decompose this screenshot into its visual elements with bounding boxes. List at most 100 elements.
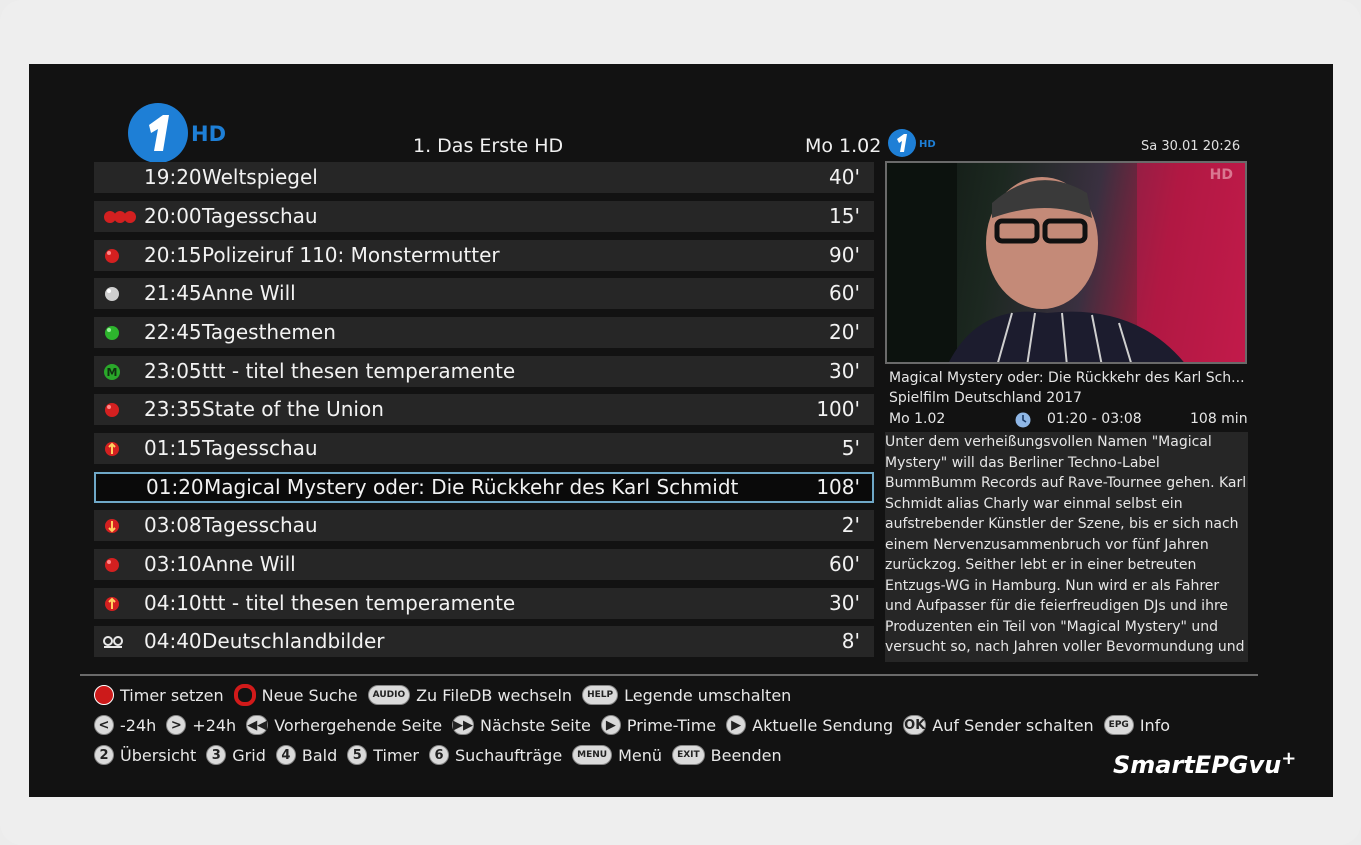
channel-logo-small: HD [888,129,936,157]
key-label: Auf Sender schalten [932,715,1094,735]
key-label: Timer [373,745,419,765]
brand-logo: SmartEPGvu+ [1113,748,1296,779]
event-row[interactable]: M 23:05 ttt - titel thesen temperamente 30' [94,356,874,387]
timer-red-icon [102,556,122,574]
key-nächste-seite-icon[interactable]: ▶▶ [452,715,475,735]
event-date: Mo 1.02 [889,411,946,427]
event-row[interactable]: 03:10 Anne Will 60' [94,549,874,580]
timer-grey-icon [102,285,122,303]
key-auf-sender-schalten-icon[interactable]: OK [903,715,927,735]
event-description-text: Unter dem verheißungsvollen Namen "Magic… [885,434,1247,655]
event-title: Tagesschau [202,204,318,228]
recording-icon [102,633,123,651]
event-title: Tagesschau [202,513,318,537]
timer-series-icon [102,208,136,226]
event-row[interactable]: 20:15 Polizeiruf 110: Monstermutter 90' [94,240,874,271]
key-zu-filedb-wechseln-icon[interactable]: AUDIO [367,685,411,705]
key-bald-icon[interactable]: 4 [275,745,296,765]
event-row[interactable]: 04:10 ttt - titel thesen temperamente 30' [94,588,874,619]
key-label: +24h [192,715,237,735]
key-label: Nächste Seite [480,715,591,735]
event-title: Anne Will [202,281,296,305]
event-title: Magical Mystery oder: Die Rückkehr des K… [889,370,1245,386]
key-timer-setzen-icon[interactable] [94,685,114,705]
event-time: 03:08 [144,513,202,537]
event-row-selected[interactable]: 01:20 Magical Mystery oder: Die Rückkehr … [94,472,874,503]
marker-m-icon: M [102,363,122,381]
event-title: Deutschlandbilder [202,629,385,653]
key-label: Neue Suche [261,685,358,705]
key-timer-icon[interactable]: 5 [347,745,368,765]
event-time: 04:10 [144,591,202,615]
epg-screen: HD 1. Das Erste HD Mo 1.02 HD Sa 30.01 2… [29,64,1333,797]
event-row[interactable]: 01:15 Tagesschau 5' [94,433,874,464]
key-label: Grid [232,745,266,765]
event-time: 23:35 [144,397,202,421]
event-duration: 40' [829,165,860,189]
key-menü-icon[interactable]: MENU [572,745,613,765]
event-title: ttt - titel thesen temperamente [202,591,516,615]
key-info-icon[interactable]: EPG [1103,715,1134,735]
event-time: 19:20 [144,165,202,189]
brand-name: SmartEPGvu [1113,751,1282,779]
event-row[interactable]: 04:40 Deutschlandbilder 8' [94,626,874,657]
key-suchaufträge-icon[interactable]: 6 [428,745,449,765]
key-übersicht-icon[interactable]: 2 [94,745,114,765]
timer-start-icon [102,595,122,613]
channel-logo-text: HD [191,122,226,146]
event-row[interactable]: 19:20 Weltspiegel 40' [94,162,874,193]
event-time: 03:10 [144,552,202,576]
event-duration: 30' [829,591,860,615]
event-time: 22:45 [144,320,202,344]
event-time: 23:05 [144,359,202,383]
key-label: Aktuelle Sendung [752,715,894,735]
key-label: Info [1139,715,1171,735]
key--24h-icon[interactable]: > [166,715,187,735]
key-label: Bald [301,745,338,765]
event-row[interactable]: 20:00 Tagesschau 15' [94,201,874,232]
event-time-range: 01:20 - 03:08 [1047,411,1142,427]
event-row[interactable]: 03:08 Tagesschau 2' [94,510,874,541]
event-time: 20:00 [144,204,202,228]
key-grid-icon[interactable]: 3 [206,745,227,765]
key-label: Vorhergehende Seite [274,715,443,735]
event-row[interactable]: 22:45 Tagesthemen 20' [94,317,874,348]
event-title: State of the Union [202,397,384,421]
event-duration: 30' [829,359,860,383]
event-duration: 108' [816,475,860,499]
key-label: Menü [618,745,663,765]
event-time: 04:40 [144,629,202,653]
key-aktuelle-sendung-icon[interactable]: ▶ [726,715,747,735]
timer-end-icon [102,517,122,535]
key-help-row-2: < -24h > +24h ◀◀ Vorhergehende Seite ▶▶ Nächste… [94,713,1180,737]
event-description[interactable]: Unter dem verheißungsvollen Namen "Magic… [885,432,1248,662]
key--24h-icon[interactable]: < [94,715,114,735]
event-time: 20:15 [144,243,202,267]
event-duration: 8' [841,629,860,653]
event-title: Polizeiruf 110: Monstermutter [202,243,500,267]
channel-name: 1. Das Erste HD [413,135,564,157]
key-neue-suche-icon[interactable] [233,684,256,706]
event-title: Weltspiegel [202,165,318,189]
event-time: 01:15 [144,436,202,460]
event-title: Tagesthemen [202,320,336,344]
key-prime-time-icon[interactable]: ▶ [600,715,621,735]
key-legende-umschalten-icon[interactable]: HELP [582,685,619,705]
key-vorhergehende-seite-icon[interactable]: ◀◀ [246,715,269,735]
event-length: 108 min [1190,411,1248,427]
channel-logo-small-text: HD [919,139,936,150]
event-row[interactable]: 23:35 State of the Union 100' [94,394,874,425]
event-genre: Spielfilm Deutschland 2017 [889,390,1082,406]
event-row[interactable]: 21:45 Anne Will 60' [94,278,874,309]
key-label: Legende umschalten [624,685,792,705]
divider [80,674,1258,676]
window-frame: HD 1. Das Erste HD Mo 1.02 HD Sa 30.01 2… [0,0,1361,845]
key-help-row-3: 2 Übersicht 3 Grid 4 Bald 5 Timer 6 Suchaufträge M… [94,743,792,767]
clock-icon [1015,412,1031,428]
event-duration: 90' [829,243,860,267]
event-title: Anne Will [202,552,296,576]
preview-image [887,163,1245,362]
key-beenden-icon[interactable]: EXIT [672,745,705,765]
key-label: Suchaufträge [454,745,563,765]
event-title: ttt - titel thesen temperamente [202,359,516,383]
